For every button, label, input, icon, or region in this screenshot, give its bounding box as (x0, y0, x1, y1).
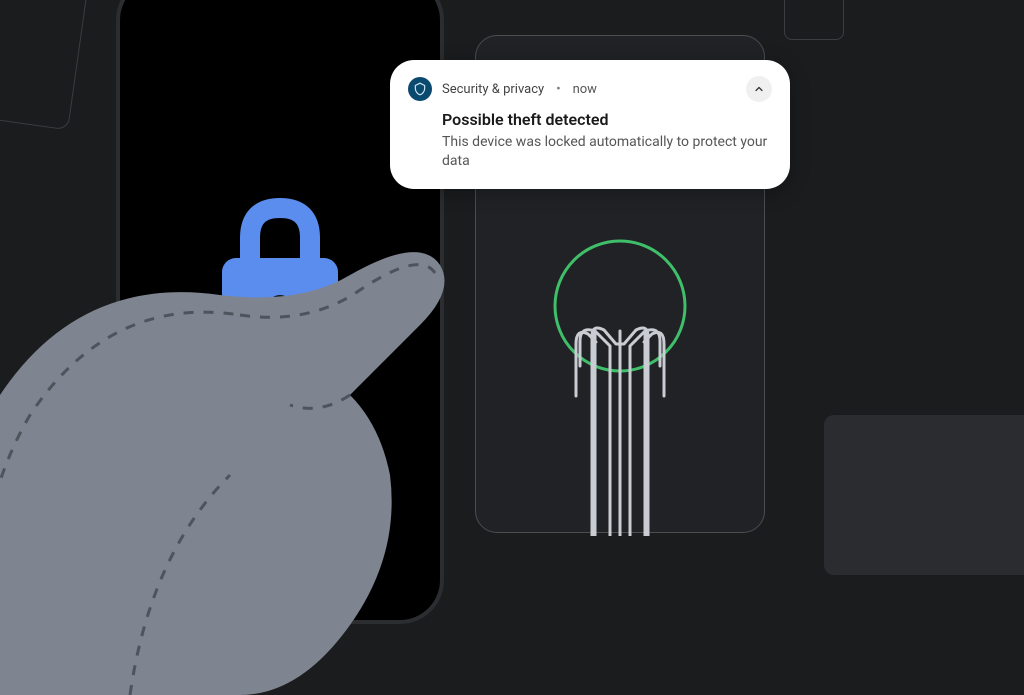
notification-card[interactable]: Security & privacy • now Possible theft … (390, 60, 790, 189)
separator-dot: • (556, 82, 560, 97)
notification-body: Possible theft detected This device was … (408, 102, 772, 171)
chevron-up-icon (753, 83, 765, 95)
notification-header: Security & privacy • now (408, 76, 772, 102)
decorative-shape (784, 0, 844, 40)
expand-button[interactable] (746, 76, 772, 102)
shield-icon (408, 77, 432, 101)
notification-time: now (573, 82, 597, 97)
notification-title: Possible theft detected (442, 110, 772, 129)
notification-text: This device was locked automatically to … (442, 133, 772, 171)
decorative-shape (824, 415, 1024, 575)
illustration-scene: Security & privacy • now Possible theft … (0, 0, 1024, 535)
notification-app-name: Security & privacy (442, 82, 544, 97)
